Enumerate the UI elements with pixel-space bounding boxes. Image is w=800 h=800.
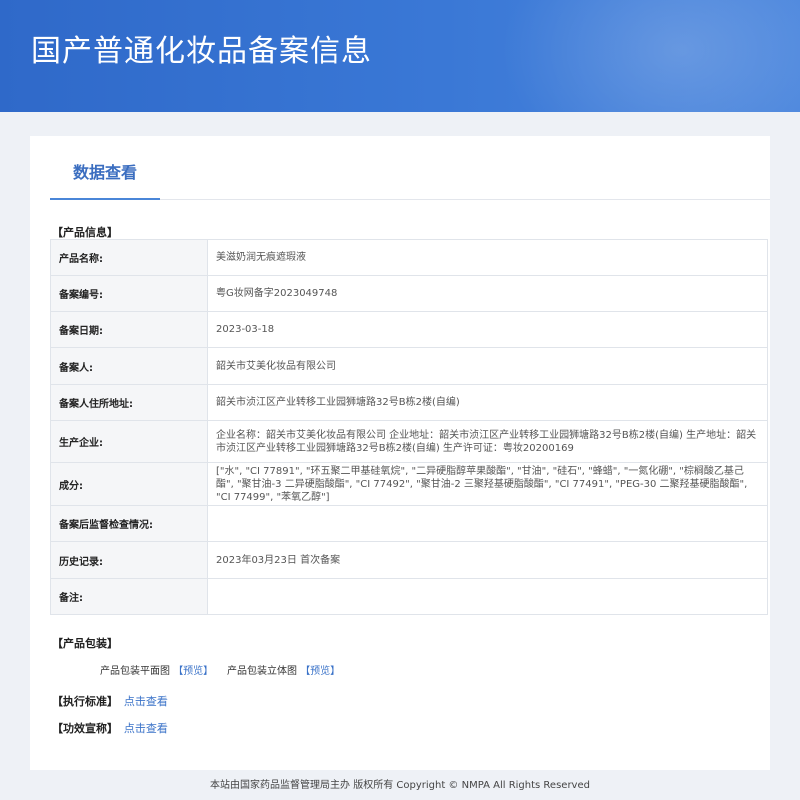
table-row: 备案人住所地址: 韶关市浈江区产业转移工业园狮塘路32号B栋2楼(自编) (50, 384, 768, 421)
row-value-registrant: 韶关市艾美化妆品有限公司 (207, 347, 768, 385)
row-label-registrant-address: 备案人住所地址: (50, 384, 208, 421)
row-label-ingredients: 成分: (50, 462, 208, 506)
row-label-product-name: 产品名称: (50, 239, 208, 276)
table-row: 备案人: 韶关市艾美化妆品有限公司 (50, 347, 768, 385)
efficacy-view-link[interactable]: 点击查看 (124, 722, 168, 735)
standard-section: 【执行标准】 点击查看 (52, 693, 168, 709)
row-value-history: 2023年03月23日 首次备案 (207, 541, 768, 579)
row-value-registration-date: 2023-03-18 (207, 311, 768, 348)
footer-copyright: 本站由国家药品监督管理局主办 版权所有 Copyright © NMPA All… (210, 780, 590, 791)
table-row: 备案编号: 粤G妆网备字2023049748 (50, 275, 768, 312)
table-row: 生产企业: 企业名称：韶关市艾美化妆品有限公司 企业地址：韶关市浈江区产业转移工… (50, 420, 768, 463)
table-row: 历史记录: 2023年03月23日 首次备案 (50, 541, 768, 579)
row-value-registrant-address: 韶关市浈江区产业转移工业园狮塘路32号B栋2楼(自编) (207, 384, 768, 421)
packaging-flat-label: 产品包装平面图 (100, 666, 170, 677)
packaging-flat-item: 产品包装平面图 【预览】 (100, 662, 213, 677)
header-glow (500, 0, 800, 112)
efficacy-section: 【功效宣称】 点击查看 (52, 720, 168, 736)
table-row: 备案日期: 2023-03-18 (50, 311, 768, 348)
row-label-remarks: 备注: (50, 578, 208, 615)
packaging-solid-label: 产品包装立体图 (227, 666, 297, 677)
table-row: 成分: ["水", "CI 77891", "环五聚二甲基硅氧烷", "二异硬脂… (50, 462, 768, 506)
table-row: 产品名称: 美滋奶润无痕遮瑕液 (50, 239, 768, 276)
row-value-product-name: 美滋奶润无痕遮瑕液 (207, 239, 768, 276)
packaging-flat-preview-link[interactable]: 【预览】 (173, 666, 213, 677)
row-value-remarks (207, 578, 768, 615)
tab-data-view[interactable]: 数据查看 (50, 158, 160, 200)
packaging-section-title: 【产品包装】 (52, 637, 118, 650)
row-label-registration-date: 备案日期: (50, 311, 208, 348)
product-info-table: 产品名称: 美滋奶润无痕遮瑕液 备案编号: 粤G妆网备字2023049748 备… (50, 239, 768, 615)
packaging-solid-item: 产品包装立体图 【预览】 (227, 662, 340, 677)
row-label-history: 历史记录: (50, 541, 208, 579)
tab-bar: 数据查看 (50, 158, 770, 200)
row-value-manufacturer: 企业名称：韶关市艾美化妆品有限公司 企业地址：韶关市浈江区产业转移工业园狮塘路3… (207, 420, 768, 463)
efficacy-section-title: 【功效宣称】 (52, 722, 118, 735)
row-value-registration-number: 粤G妆网备字2023049748 (207, 275, 768, 312)
row-label-registration-number: 备案编号: (50, 275, 208, 312)
content-card: 数据查看 【产品信息】 产品名称: 美滋奶润无痕遮瑕液 备案编号: 粤G妆网备字… (30, 136, 770, 770)
row-value-post-inspection (207, 505, 768, 542)
row-label-post-inspection: 备案后监督检查情况: (50, 505, 208, 542)
table-row: 备注: (50, 578, 768, 615)
row-value-ingredients: ["水", "CI 77891", "环五聚二甲基硅氧烷", "二异硬脂醇苹果酸… (207, 462, 768, 506)
packaging-solid-preview-link[interactable]: 【预览】 (300, 666, 340, 677)
row-label-manufacturer: 生产企业: (50, 420, 208, 463)
page-title: 国产普通化妆品备案信息 (31, 34, 372, 69)
standard-section-title: 【执行标准】 (52, 695, 118, 708)
page-header: 国产普通化妆品备案信息 (0, 0, 800, 112)
standard-view-link[interactable]: 点击查看 (124, 695, 168, 708)
table-row: 备案后监督检查情况: (50, 505, 768, 542)
product-info-section-title: 【产品信息】 (52, 226, 118, 239)
row-label-registrant: 备案人: (50, 347, 208, 385)
